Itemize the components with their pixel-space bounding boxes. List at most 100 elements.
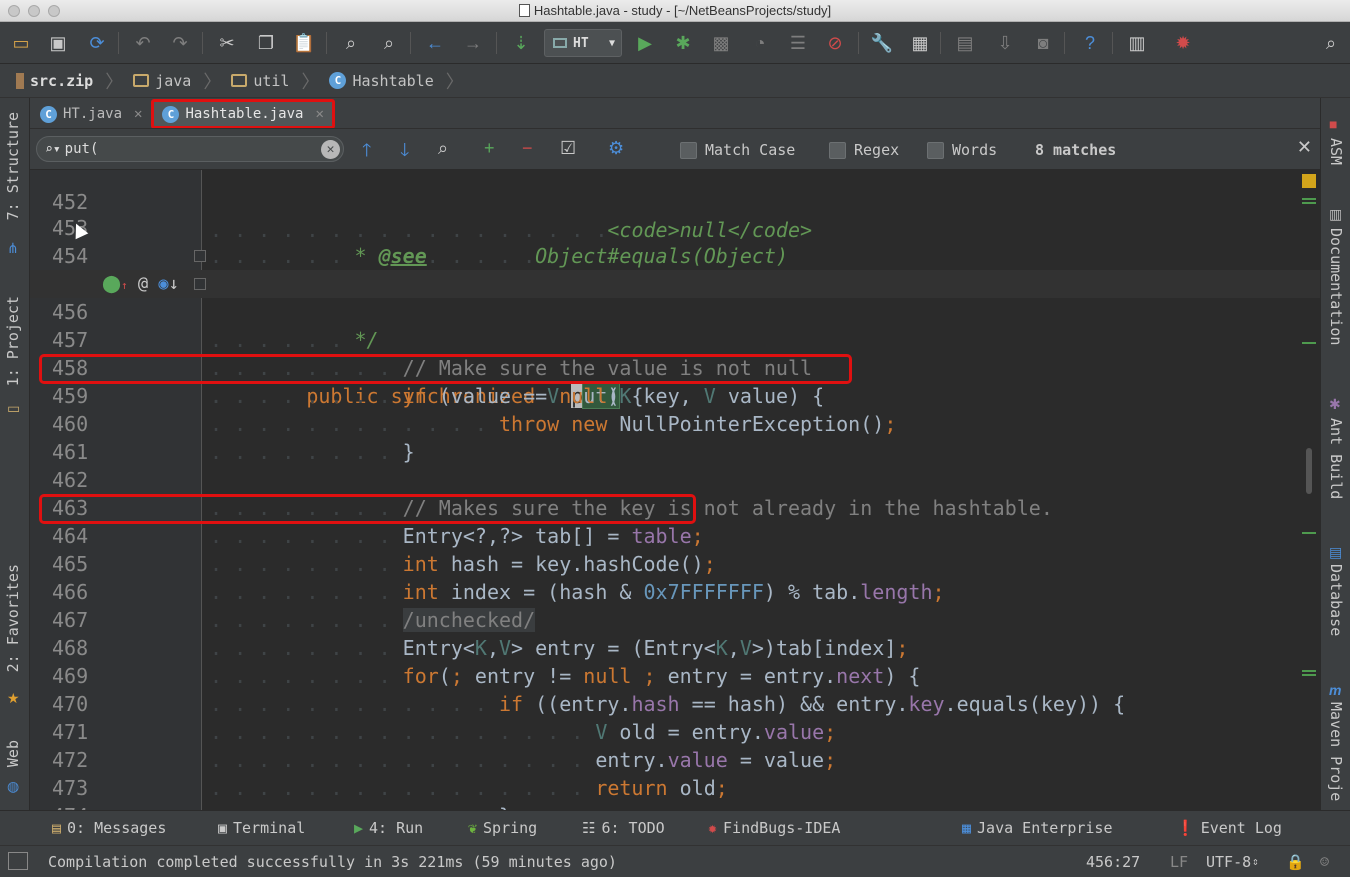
redo-icon[interactable]: ↷ [167,30,193,56]
regex-checkbox[interactable]: Regex [829,141,899,159]
breadcrumb-util[interactable]: util 〉 [231,68,319,94]
breadcrumb-src-zip[interactable]: src.zip 〉 [16,68,123,94]
file-icon [518,4,530,17]
tool-terminal[interactable]: ▣ Terminal [218,819,305,837]
clear-search-icon[interactable]: ✕ [321,140,340,159]
code-line: 455 . . . . . . */ [30,242,1320,352]
run-icon[interactable]: ▶ [632,30,658,56]
tool-database[interactable]: Database [1327,564,1345,636]
sdk-icon[interactable]: ▤ [952,30,978,56]
fold-marker-icon[interactable] [194,278,206,290]
tool-web[interactable]: Web [4,740,22,767]
search-settings-gear-icon[interactable]: ⚙ [608,138,624,159]
remove-occurrence-icon[interactable]: − [522,138,533,159]
minimize-window-button[interactable] [28,5,40,17]
back-icon[interactable]: ← [422,30,448,56]
code-editor[interactable]: 452 . . . . . . . . . . . . . . . . .<co… [30,170,1320,810]
code-line: 454 . . . . . . * @see. . . . .#get(Obje… [52,244,680,296]
tool-structure[interactable]: 7: Structure [4,112,22,220]
folder-icon: ▭ [7,400,21,416]
settings-icon[interactable]: 🔧 [869,30,895,56]
tab-hashtable-java[interactable]: C Hashtable.java ✕ [151,99,335,129]
lock-icon[interactable]: 🔒 [1286,853,1305,871]
tool-favorites[interactable]: 2: Favorites [4,564,22,672]
open-folder-icon[interactable]: ▭ [8,30,34,56]
select-all-occurrences-icon[interactable]: ☑ [560,138,576,159]
tool-documentation[interactable]: Documentation [1327,228,1345,345]
stop-icon[interactable]: ⊘ [822,30,848,56]
structure-icon: ⋔ [7,240,19,256]
editor-tabs: C HT.java ✕ C Hashtable.java ✕ [30,98,1320,129]
sync-icon[interactable]: ⟳ [84,30,110,56]
toggle-tool-windows-icon[interactable] [8,852,28,870]
inspector-icon[interactable]: ☺ [1320,853,1329,871]
tool-project[interactable]: 1: Project [4,296,22,386]
tool-asm[interactable]: ASM [1327,138,1345,165]
download-icon[interactable]: ⇩ [992,30,1018,56]
undo-icon[interactable]: ↶ [130,30,156,56]
close-window-button[interactable] [8,5,20,17]
search-input[interactable]: ⌕▾ put( ✕ [36,136,344,162]
run-config-selector[interactable]: HT ▼ [544,29,622,57]
tool-todo[interactable]: ☷ 6: TODO [582,819,665,837]
application-icon [553,38,567,48]
forward-icon[interactable]: → [460,30,486,56]
words-checkbox[interactable]: Words [927,141,997,159]
breadcrumb: src.zip 〉 java 〉 util 〉 C Hashtable 〉 [0,64,1350,98]
make-icon[interactable]: ⇣ [508,30,534,56]
search-everywhere-icon[interactable]: ⌕ [1318,30,1344,56]
find-all-icon[interactable]: ⌕ [438,138,448,159]
match-case-checkbox[interactable]: Match Case [680,141,795,159]
tab-ht-java[interactable]: C HT.java ✕ [30,100,152,128]
add-occurrence-icon[interactable]: + [484,138,495,159]
code-line: 470 . . . . . . . . . . . . . . . . V ol… [52,692,837,744]
next-occurrence-icon[interactable]: 🡓 [400,138,409,168]
replace-icon[interactable]: ⌕ [376,30,402,56]
line-separator[interactable]: LF [1170,853,1188,871]
database-icon: ▤ [1329,544,1343,560]
project-structure-icon[interactable]: ▦ [907,30,933,56]
debug-icon[interactable]: ✱ [670,30,696,56]
save-icon[interactable]: ▣ [45,30,71,56]
zoom-window-button[interactable] [48,5,60,17]
cut-icon[interactable]: ✂ [214,30,240,56]
paste-icon[interactable]: 📋 [291,30,317,56]
tool-run[interactable]: ▶ 4: Run [354,819,423,837]
build-icon[interactable]: ☰ [785,30,811,56]
previous-occurrence-icon[interactable]: 🡑 [362,138,371,168]
file-encoding[interactable]: UTF-8 [1206,853,1251,871]
caret-position[interactable]: 456:27 [1086,853,1140,871]
tool-maven[interactable]: Maven Proje [1327,702,1345,801]
tool-ant-build[interactable]: Ant Build [1327,418,1345,499]
coverage-icon[interactable]: ▩ [708,30,734,56]
java-enterprise-icon: ▦ [962,819,972,837]
fold-marker-icon[interactable] [194,250,206,262]
tool-java-enterprise[interactable]: ▦ Java Enterprise [962,819,1113,837]
bug-icon[interactable]: ✹ [1170,30,1196,56]
search-icon: ⌕▾ [45,141,61,157]
event-log-icon: ❗ [1176,819,1195,837]
android-icon[interactable]: ◙ [1030,30,1056,56]
profile-icon[interactable]: ◔ [747,30,773,56]
tool-messages[interactable]: ▤ 0: Messages [52,819,166,837]
close-icon[interactable]: ✕ [134,106,142,122]
match-count: 8 matches [1035,141,1117,159]
status-message: Compilation completed successfully in 3s… [48,853,617,871]
tool-event-log[interactable]: ❗ Event Log [1176,819,1282,837]
editor-scrollbar[interactable] [1306,448,1312,494]
plugin-icon[interactable]: ▥ [1124,30,1150,56]
code-line: 472 . . . . . . . . . . . . . . . . retu… [52,748,728,800]
copy-icon[interactable]: ❐ [253,30,279,56]
close-find-bar-icon[interactable]: ✕ [1297,137,1312,158]
chevron-down-icon: ▼ [608,37,615,49]
tool-findbugs[interactable]: ✹ FindBugs-IDEA [708,819,840,837]
code-line: 471 . . . . . . . . . . . . . . . . entr… [52,720,837,772]
override-marker-icon[interactable]: ⬤↑ @ ◉↓ [102,270,179,300]
warning-marker[interactable] [1302,174,1316,188]
help-icon[interactable]: ? [1077,30,1103,56]
breadcrumb-hashtable[interactable]: C Hashtable 〉 [329,68,464,94]
tool-spring[interactable]: ❦ Spring [468,819,537,837]
close-icon[interactable]: ✕ [315,106,323,122]
find-icon[interactable]: ⌕ [338,30,364,56]
breadcrumb-java[interactable]: java 〉 [133,68,221,94]
